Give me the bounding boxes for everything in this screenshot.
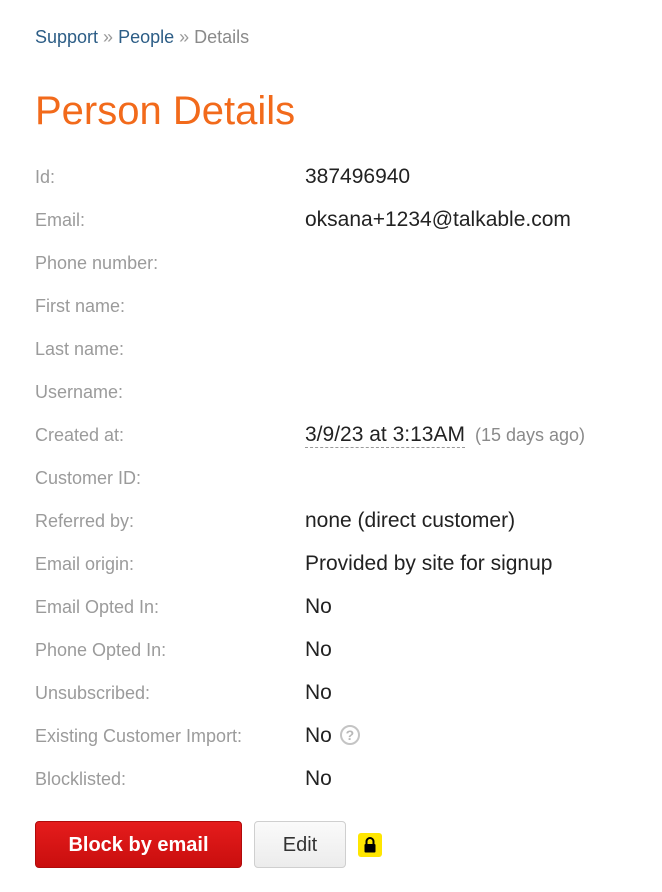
breadcrumb-link-support[interactable]: Support bbox=[35, 27, 98, 47]
detail-row-unsubscribed: Unsubscribed: No bbox=[35, 672, 645, 715]
detail-label: Created at: bbox=[35, 425, 125, 445]
detail-row-blocklisted: Blocklisted: No bbox=[35, 758, 645, 801]
existing-customer-import-text: No bbox=[305, 724, 332, 747]
detail-row-existing-customer-import: Existing Customer Import: No? bbox=[35, 715, 645, 758]
detail-value-unsubscribed: No bbox=[305, 681, 332, 704]
breadcrumb-link-people[interactable]: People bbox=[118, 27, 174, 47]
block-by-email-button[interactable]: Block by email bbox=[35, 821, 242, 868]
created-at-date-link[interactable]: 3/9/23 at 3:13AM bbox=[305, 423, 465, 448]
person-details-list: Id: 387496940 Email: oksana+1234@talkabl… bbox=[35, 156, 645, 801]
detail-label: Id: bbox=[35, 167, 56, 187]
detail-row-referred-by: Referred by: none (direct customer) bbox=[35, 500, 645, 543]
detail-row-email: Email: oksana+1234@talkable.com bbox=[35, 199, 645, 242]
detail-row-email-origin: Email origin: Provided by site for signu… bbox=[35, 543, 645, 586]
detail-value-blocklisted: No bbox=[305, 767, 332, 790]
detail-label: Email Opted In: bbox=[35, 597, 160, 617]
created-at-relative-time: (15 days ago) bbox=[474, 425, 586, 445]
detail-label: Referred by: bbox=[35, 511, 135, 531]
detail-row-phone-opted-in: Phone Opted In: No bbox=[35, 629, 645, 672]
detail-value-created-at: 3/9/23 at 3:13AM (15 days ago) bbox=[305, 422, 585, 448]
detail-row-id: Id: 387496940 bbox=[35, 156, 645, 199]
detail-row-first-name: First name: bbox=[35, 285, 645, 328]
page-title: Person Details bbox=[35, 89, 296, 133]
detail-row-username: Username: bbox=[35, 371, 645, 414]
detail-label: Unsubscribed: bbox=[35, 683, 151, 703]
detail-label: Existing Customer Import: bbox=[35, 726, 243, 746]
detail-label: Customer ID: bbox=[35, 468, 142, 488]
detail-row-last-name: Last name: bbox=[35, 328, 645, 371]
question-circle-icon[interactable]: ? bbox=[339, 725, 360, 745]
detail-value-id: 387496940 bbox=[305, 165, 411, 188]
detail-row-created-at: Created at: 3/9/23 at 3:13AM (15 days ago… bbox=[35, 414, 645, 457]
detail-row-customer-id: Customer ID: bbox=[35, 457, 645, 500]
detail-label: First name: bbox=[35, 296, 126, 316]
detail-value-email: oksana+1234@talkable.com bbox=[305, 208, 571, 231]
detail-label: Blocklisted: bbox=[35, 769, 127, 789]
lock-icon bbox=[358, 833, 382, 857]
breadcrumb-separator: » bbox=[103, 27, 114, 47]
edit-button[interactable]: Edit bbox=[254, 821, 346, 868]
detail-label: Phone Opted In: bbox=[35, 640, 167, 660]
detail-row-phone: Phone number: bbox=[35, 242, 645, 285]
detail-row-email-opted-in: Email Opted In: No bbox=[35, 586, 645, 629]
detail-value-existing-customer-import: No? bbox=[305, 723, 360, 749]
detail-label: Phone number: bbox=[35, 253, 159, 273]
actions-bar: Block by email Edit bbox=[35, 821, 635, 869]
detail-value-phone-opted-in: No bbox=[305, 638, 332, 661]
detail-label: Email: bbox=[35, 210, 86, 230]
breadcrumb-separator: » bbox=[179, 27, 190, 47]
detail-value-email-origin: Provided by site for signup bbox=[305, 552, 553, 575]
detail-label: Email origin: bbox=[35, 554, 135, 574]
breadcrumb: Support» People» Details bbox=[35, 26, 249, 48]
breadcrumb-current: Details bbox=[194, 27, 250, 47]
detail-value-email-opted-in: No bbox=[305, 595, 332, 618]
detail-label: Last name: bbox=[35, 339, 125, 359]
detail-value-referred-by: none (direct customer) bbox=[305, 509, 516, 532]
detail-label: Username: bbox=[35, 382, 124, 402]
